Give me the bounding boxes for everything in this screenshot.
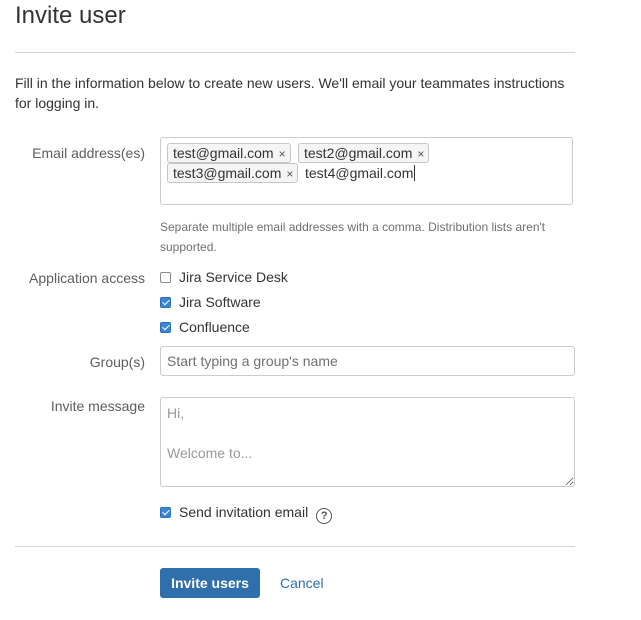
checkbox-label: Jira Service Desk: [179, 269, 288, 285]
remove-token-icon[interactable]: ×: [417, 147, 424, 161]
email-token: test3@gmail.com ×: [167, 163, 299, 183]
email-token-text: test@gmail.com: [173, 145, 274, 161]
checkbox-send-invitation[interactable]: Send invitation email?: [160, 503, 333, 524]
email-token: test@gmail.com ×: [167, 143, 291, 163]
email-typed-text[interactable]: test4@gmail.com: [305, 165, 416, 181]
email-token-text: test2@gmail.com: [304, 145, 413, 161]
footer-divider: [15, 546, 575, 547]
remove-token-icon[interactable]: ×: [286, 167, 293, 181]
checkbox-checked-icon[interactable]: [160, 507, 171, 518]
intro-text: Fill in the information below to create …: [15, 75, 565, 111]
invite-message-textarea[interactable]: [160, 397, 575, 487]
email-label: Email address(es): [32, 145, 145, 161]
app-access-label: Application access: [29, 270, 145, 286]
help-icon[interactable]: ?: [316, 508, 333, 524]
remove-token-icon[interactable]: ×: [279, 147, 286, 161]
checkbox-label: Send invitation email: [179, 504, 309, 520]
invite-message-label: Invite message: [50, 398, 145, 414]
checkbox-label: Confluence: [179, 319, 250, 335]
text-caret: [414, 165, 416, 181]
checkbox-confluence[interactable]: Confluence: [160, 318, 250, 336]
checkbox-unchecked-icon[interactable]: [160, 272, 171, 283]
email-token-text: test3@gmail.com: [173, 165, 282, 181]
invite-users-button[interactable]: Invite users: [160, 568, 260, 598]
checkbox-jira-software[interactable]: Jira Software: [160, 293, 261, 311]
header-divider: [15, 52, 575, 53]
checkbox-jira-service-desk[interactable]: Jira Service Desk: [160, 268, 288, 286]
checkbox-checked-icon[interactable]: [160, 322, 171, 333]
email-hint: Separate multiple email addresses with a…: [160, 220, 546, 254]
page-title: Invite user: [15, 2, 126, 29]
groups-label: Group(s): [89, 354, 145, 370]
checkbox-label: Jira Software: [179, 294, 261, 310]
cancel-link[interactable]: Cancel: [280, 575, 324, 591]
email-token: test2@gmail.com ×: [298, 143, 430, 163]
groups-input[interactable]: [160, 346, 575, 376]
email-input[interactable]: test@gmail.com × test2@gmail.com × test3@g…: [160, 137, 573, 205]
checkbox-checked-icon[interactable]: [160, 297, 171, 308]
